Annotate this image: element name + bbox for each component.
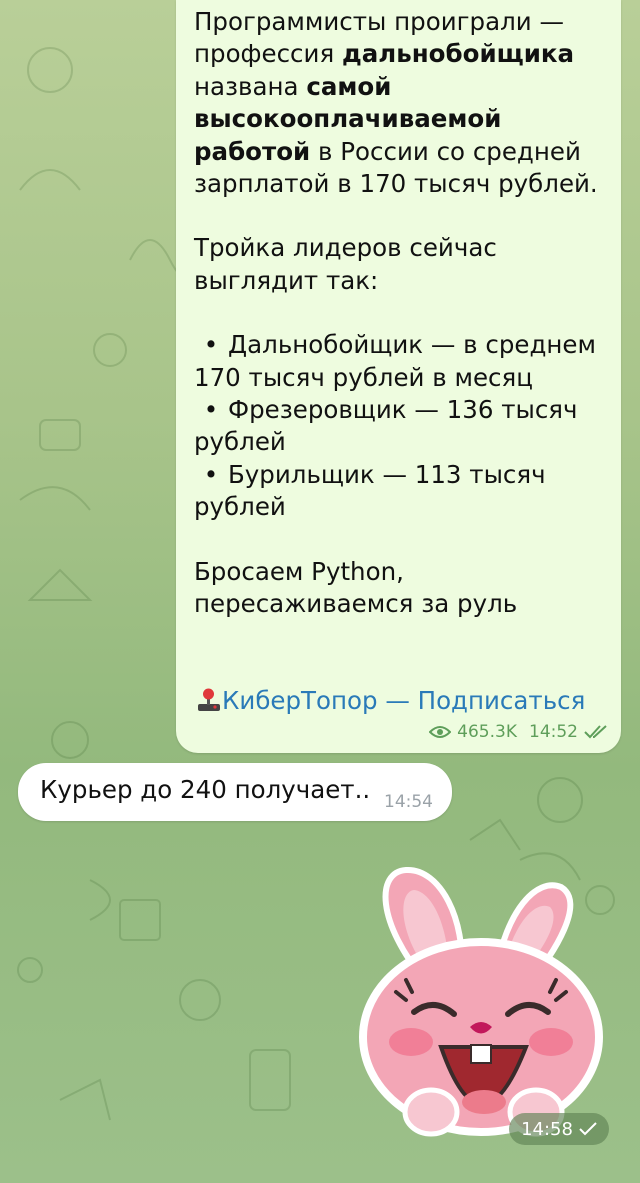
outgoing-message-text: Программисты проиграли — профессия дальн… [194,6,614,621]
incoming-message-time: 14:54 [384,792,433,812]
channel-link-label[interactable]: КиберТопор — Подписаться [222,686,585,715]
bullet-item: • Дальнобойщик — в среднем 170 тысяч рубл… [194,330,596,392]
message-paragraph-3: Бросаем Python, пересаживаемся за руль [194,556,518,619]
bullet-item: • Фрезеровщик — 136 тысяч рублей [194,395,578,457]
check-icon [579,1122,597,1136]
sticker-time-badge: 14:58 [509,1113,609,1145]
joystick-icon [198,688,220,711]
bold-text: дальнобойщика [341,39,575,69]
channel-subscribe-link[interactable]: КиберТопор — Подписаться [196,686,585,715]
bullet-text: Бурильщик — 113 тысяч рублей [194,459,546,522]
incoming-message-text: Курьер до 240 получает.. [40,775,371,804]
sticker-time: 14:58 [521,1118,573,1140]
bullet-item: • Бурильщик — 113 тысяч рублей [194,459,546,522]
views-count: 465.3K [457,722,517,742]
message-paragraph-2: Тройка лидеров сейчас выглядит так: [194,233,497,295]
outgoing-message-meta: 465.3K 14:52 [429,722,610,742]
bullet-text: Фрезеровщик — 136 тысяч рублей [194,395,578,457]
message-time: 14:52 [529,722,578,742]
message-paragraph-1: Программисты проиграли — профессия дальн… [194,6,614,200]
text-span: названа [194,71,307,101]
double-check-icon [584,725,607,739]
eye-icon [429,726,452,738]
bullet-text: Дальнобойщик — в среднем 170 тысяч рубле… [194,330,596,392]
